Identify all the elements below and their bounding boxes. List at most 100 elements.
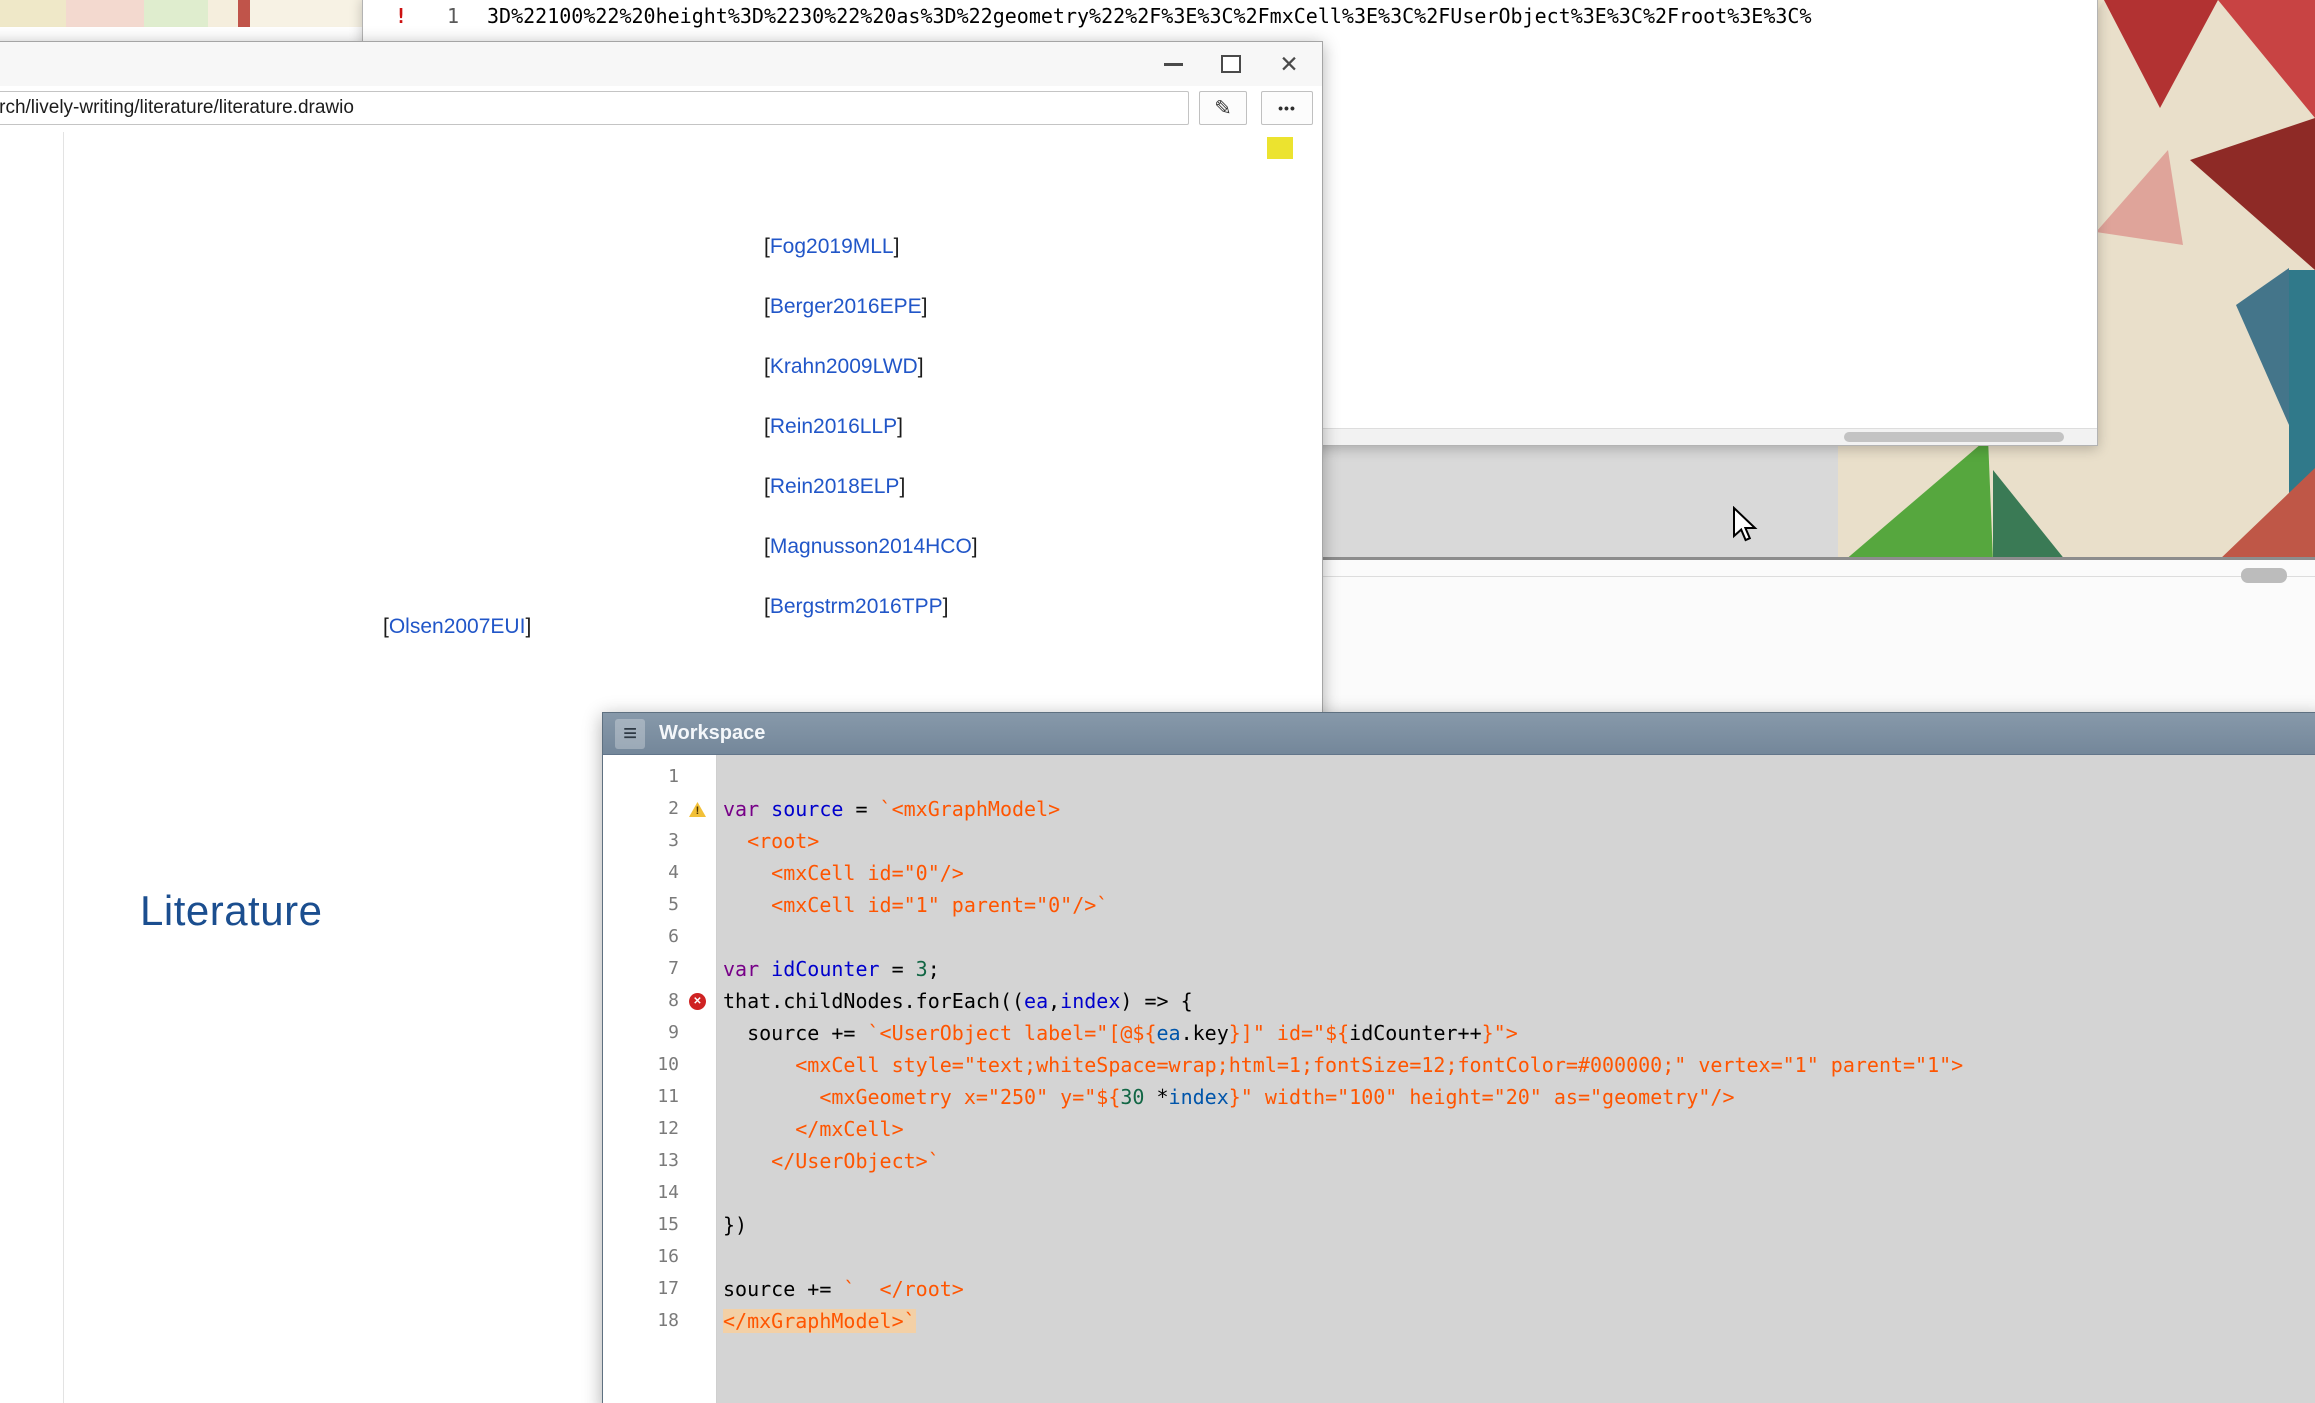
line-number: 7 <box>668 953 679 985</box>
line-number: 4 <box>668 857 679 889</box>
minimize-icon <box>1164 63 1183 66</box>
code-token: = <box>880 957 916 981</box>
code-line[interactable]: </mxGraphModel>` <box>717 1305 2315 1337</box>
code-line[interactable]: var idCounter = 3; <box>717 953 2315 985</box>
editor-code[interactable]: var source = `<mxGraphModel> <root> <mxC… <box>717 755 2315 1403</box>
citation-label: Rein2018ELP <box>770 475 900 498</box>
sticky-marker[interactable] <box>1267 137 1293 159</box>
gutter-line[interactable]: 13 <box>603 1145 716 1177</box>
scrollbar-thumb[interactable] <box>1844 432 2064 442</box>
gutter-line[interactable]: 15 <box>603 1209 716 1241</box>
pencil-icon: ✎ <box>1214 96 1232 121</box>
code-token: }) <box>723 1213 747 1237</box>
gutter-line[interactable]: 7 <box>603 953 716 985</box>
citation-link[interactable]: [Krahn2009LWD] <box>764 354 924 379</box>
bracket: ] <box>943 595 949 618</box>
window-titlebar[interactable]: ≡ Workspace <box>603 713 2315 755</box>
line-number: 11 <box>657 1081 679 1113</box>
code-line[interactable]: <mxCell style="text;whiteSpace=wrap;html… <box>717 1049 2315 1081</box>
line-number: 3 <box>668 825 679 857</box>
wallpaper-patch <box>250 0 362 27</box>
maximize-button[interactable] <box>1216 49 1246 79</box>
background-panel <box>1321 443 1838 559</box>
gutter-line[interactable]: 14 <box>603 1177 716 1209</box>
hamburger-icon: ≡ <box>623 722 637 746</box>
bracket: ] <box>918 355 924 378</box>
gutter-line[interactable]: 2! <box>603 793 716 825</box>
edit-button[interactable]: ✎ <box>1199 91 1247 125</box>
gutter-line[interactable]: 17 <box>603 1273 716 1305</box>
code-token: </UserObject>` <box>723 1149 940 1173</box>
citation-link[interactable]: [Bergstrm2016TPP] <box>764 594 948 619</box>
line-number: 6 <box>668 921 679 953</box>
code-token: var <box>723 797 759 821</box>
warning-icon[interactable]: ! <box>689 802 706 817</box>
gutter-line[interactable]: 4 <box>603 857 716 889</box>
code-line[interactable]: </UserObject>` <box>717 1145 2315 1177</box>
gutter-line[interactable]: 12 <box>603 1113 716 1145</box>
error-icon[interactable]: ✕ <box>689 993 706 1010</box>
citation-label: Bergstrm2016TPP <box>770 595 943 618</box>
window-titlebar[interactable]: ✕ <box>0 42 1322 86</box>
code-token: }" width="100" height="20" as="geometry"… <box>1229 1085 1735 1109</box>
code-line[interactable]: </mxCell> <box>717 1113 2315 1145</box>
code-line[interactable] <box>717 1241 2315 1273</box>
code-line[interactable]: <root> <box>717 825 2315 857</box>
divider-line <box>1321 576 2315 577</box>
page-title[interactable]: Literature <box>140 887 322 935</box>
code-line[interactable]: source += `<UserObject label="[@${ea.key… <box>717 1017 2315 1049</box>
code-token: ) => { <box>1120 989 1192 1013</box>
code-line[interactable]: <mxCell id="1" parent="0"/>` <box>717 889 2315 921</box>
citation-link[interactable]: [Rein2018ELP] <box>764 474 905 499</box>
bracket: ] <box>972 535 978 558</box>
code-token: idCounter++ <box>1349 1021 1481 1045</box>
citation-link[interactable]: [Rein2016LLP] <box>764 414 903 439</box>
gutter-line[interactable]: 6 <box>603 921 716 953</box>
gutter-line[interactable]: 18 <box>603 1305 716 1337</box>
window-title: Workspace <box>659 722 765 745</box>
file-path-input[interactable] <box>0 91 1189 125</box>
gutter-line[interactable]: 8✕ <box>603 985 716 1017</box>
code-line[interactable]: <mxGeometry x="250" y="${30 *index}" wid… <box>717 1081 2315 1113</box>
code-token: that.childNodes.forEach(( <box>723 989 1024 1013</box>
code-token: ea <box>1024 989 1048 1013</box>
code-line[interactable]: that.childNodes.forEach((ea,index) => { <box>717 985 2315 1017</box>
citation-link[interactable]: [Berger2016EPE] <box>764 294 927 319</box>
code-token: = <box>843 797 879 821</box>
menu-button[interactable]: ≡ <box>615 719 645 749</box>
gutter-line[interactable]: 10 <box>603 1049 716 1081</box>
gutter-line[interactable]: 9 <box>603 1017 716 1049</box>
gutter-line[interactable]: 16 <box>603 1241 716 1273</box>
editor-gutter[interactable]: 12!345678✕9101112131415161718 <box>603 755 717 1403</box>
line-number: 14 <box>657 1177 679 1209</box>
citation-link[interactable]: [Fog2019MLL] <box>764 234 899 259</box>
gutter-line[interactable]: 11 <box>603 1081 716 1113</box>
maximize-icon <box>1221 55 1241 73</box>
canvas-edge-line <box>63 132 64 1403</box>
citation-link[interactable]: [Olsen2007EUI] <box>383 614 531 639</box>
gutter-line[interactable]: 1 <box>603 761 716 793</box>
code-line[interactable] <box>717 761 2315 793</box>
wallpaper-patch <box>208 0 238 27</box>
code-line[interactable]: <mxCell id="0"/> <box>717 857 2315 889</box>
line-number: 10 <box>657 1049 679 1081</box>
code-line[interactable] <box>717 921 2315 953</box>
scrollbar-thumb[interactable] <box>2241 568 2287 583</box>
citation-label: Krahn2009LWD <box>770 355 918 378</box>
code-line[interactable] <box>717 1177 2315 1209</box>
code-token: `<UserObject label="[@${ <box>868 1021 1157 1045</box>
code-line[interactable]: var source = `<mxGraphModel> <box>717 793 2315 825</box>
more-options-button[interactable]: ••• <box>1261 91 1313 125</box>
close-button[interactable]: ✕ <box>1274 49 1304 79</box>
workspace-window: ≡ Workspace 12!345678✕910111213141516171… <box>602 712 2315 1403</box>
code-line[interactable]: source += ` </root> <box>717 1273 2315 1305</box>
gutter-line[interactable]: 3 <box>603 825 716 857</box>
encoded-code-line[interactable]: 3D%22100%22%20height%3D%2230%22%20as%3D%… <box>487 4 1812 28</box>
citation-link[interactable]: [Magnusson2014HCO] <box>764 534 978 559</box>
gutter-line[interactable]: 5 <box>603 889 716 921</box>
minimize-button[interactable] <box>1158 49 1188 79</box>
error-marker[interactable]: ! <box>395 4 407 28</box>
code-editor[interactable]: 12!345678✕9101112131415161718 var source… <box>603 755 2315 1403</box>
code-line[interactable]: }) <box>717 1209 2315 1241</box>
code-token: </mxCell> <box>723 1117 904 1141</box>
